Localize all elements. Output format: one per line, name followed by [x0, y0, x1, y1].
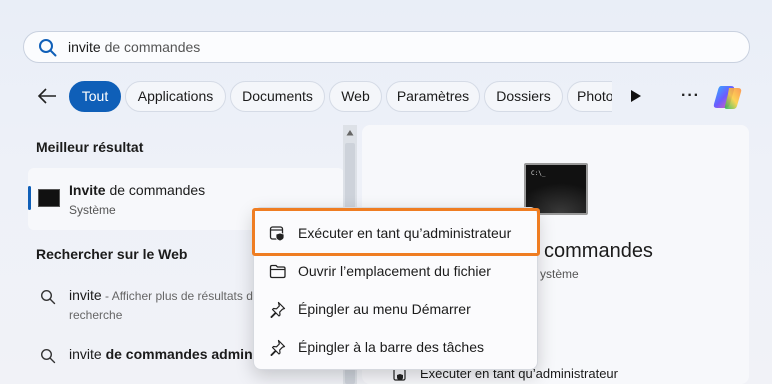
back-arrow-icon[interactable] — [36, 86, 58, 106]
tab-folders[interactable]: Dossiers — [484, 81, 563, 112]
web-result-1-line2: recherche — [69, 308, 123, 322]
search-input[interactable]: invite de commandes — [68, 39, 200, 55]
menu-item-run-as-admin[interactable]: Exécuter en tant qu’administrateur — [260, 216, 531, 250]
run-as-admin-icon — [393, 368, 406, 381]
menu-item-pin-to-start[interactable]: Épingler au menu Démarrer — [260, 292, 531, 326]
command-prompt-icon — [38, 189, 60, 207]
web-result-2-bold: de commandes admin — [105, 346, 253, 362]
web-result-1-rest: - Afficher plus de résultats de — [101, 289, 260, 303]
search-bar[interactable]: invite de commandes — [23, 31, 750, 63]
copilot-icon[interactable] — [713, 82, 745, 112]
tab-all[interactable]: Tout — [69, 81, 121, 112]
scroll-right-icon[interactable] — [630, 89, 642, 103]
tab-applications[interactable]: Applications — [125, 81, 226, 112]
search-icon — [39, 39, 57, 57]
menu-item-label: Exécuter en tant qu’administrateur — [298, 225, 512, 241]
best-match-title-bold: Invite — [69, 182, 106, 198]
scroll-up-icon[interactable] — [346, 129, 354, 137]
menu-item-label: Épingler au menu Démarrer — [298, 301, 471, 317]
selection-indicator — [28, 186, 31, 210]
web-result-1-text: invite - Afficher plus de résultats de — [69, 287, 260, 303]
search-query-suggestion: de commandes — [100, 39, 201, 55]
menu-item-label: Ouvrir l’emplacement du fichier — [298, 263, 491, 279]
tab-documents[interactable]: Documents — [230, 81, 325, 112]
filter-bar: Tout Applications Documents Web Paramètr… — [0, 80, 772, 112]
detail-subtitle: ystème — [540, 267, 579, 281]
menu-item-pin-to-taskbar[interactable]: Épingler à la barre des tâches — [260, 330, 531, 364]
best-match-title-rest: de commandes — [105, 182, 206, 198]
run-as-admin-icon — [269, 226, 285, 242]
web-result-2-plain: invite — [69, 346, 106, 362]
context-menu: Exécuter en tant qu’administrateur Ouvri… — [253, 207, 538, 370]
best-match-heading: Meilleur résultat — [36, 139, 144, 155]
tab-settings[interactable]: Paramètres — [386, 81, 480, 112]
menu-item-label: Épingler à la barre des tâches — [298, 339, 484, 355]
search-icon — [40, 348, 56, 364]
more-options-icon[interactable]: ··· — [681, 86, 699, 106]
best-match-title: Invite de commandes — [69, 182, 205, 198]
folder-icon — [269, 264, 286, 279]
best-match-subtitle: Système — [69, 203, 116, 217]
web-search-heading: Rechercher sur le Web — [36, 246, 188, 262]
menu-item-open-file-location[interactable]: Ouvrir l’emplacement du fichier — [260, 254, 531, 288]
icon-prompt-text: C:\_ — [531, 170, 546, 177]
tab-web[interactable]: Web — [329, 81, 382, 112]
web-result-1-bold: invite — [69, 287, 102, 303]
pin-icon — [270, 339, 286, 356]
detail-title: commandes — [544, 240, 653, 262]
web-result-2-text: invite de commandes admin — [69, 346, 253, 362]
tab-photos[interactable]: Photo — [567, 81, 612, 112]
search-icon — [40, 289, 56, 305]
pin-icon — [270, 301, 286, 318]
search-query-typed: invite — [68, 39, 101, 55]
